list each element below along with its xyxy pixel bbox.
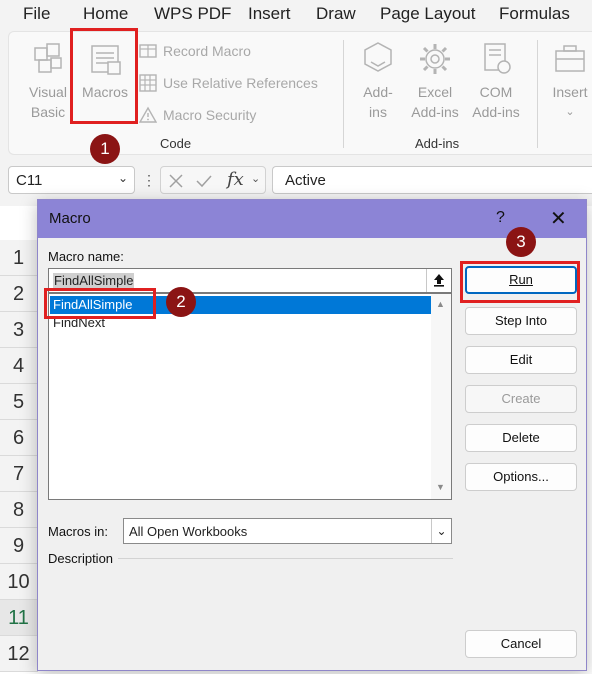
options-button[interactable]: Options... xyxy=(465,463,577,491)
code-group-label: Code xyxy=(160,136,192,151)
macros-in-select[interactable]: All Open Workbooks ⌄ xyxy=(123,518,452,544)
list-scrollbar[interactable]: ▲ ▼ xyxy=(431,294,451,499)
name-box-value: C11 xyxy=(16,172,43,189)
record-macro-label: Record Macro xyxy=(163,43,251,59)
menu-wps-pdf[interactable]: WPS PDF xyxy=(154,4,231,24)
step-into-button[interactable]: Step Into xyxy=(465,307,577,335)
macros-in-label: Macros in: xyxy=(48,524,108,539)
macros-in-value: All Open Workbooks xyxy=(129,524,248,539)
com-addins-label-2: Add-ins xyxy=(472,104,520,120)
macro-name-value: FindAllSimple xyxy=(53,273,135,288)
row-header-2[interactable]: 2 xyxy=(0,276,38,312)
help-icon[interactable]: ? xyxy=(496,209,505,227)
menu-draw[interactable]: Draw xyxy=(316,4,356,24)
create-label: Create xyxy=(501,391,541,406)
excel-addins-label-1: Excel xyxy=(417,84,453,100)
create-button[interactable]: Create xyxy=(465,385,577,413)
macro-security-button[interactable]: Macro Security xyxy=(139,106,256,124)
step-badge-3: 3 xyxy=(506,227,536,257)
scroll-up-icon[interactable]: ▲ xyxy=(436,299,445,309)
row-header-10[interactable]: 10 xyxy=(0,564,38,600)
addins-label-2: ins xyxy=(369,104,387,120)
gear-icon xyxy=(420,44,450,74)
formula-input[interactable]: Active xyxy=(272,166,592,194)
chevron-down-icon[interactable]: ⌄ xyxy=(431,519,451,543)
formula-buttons: fx ⌄ xyxy=(160,166,266,194)
scroll-down-icon[interactable]: ▼ xyxy=(436,482,445,492)
use-relative-references-button[interactable]: Use Relative References xyxy=(139,74,318,92)
record-macro-icon xyxy=(139,44,157,58)
more-options-icon[interactable]: ⋮ xyxy=(142,172,156,189)
relative-references-icon xyxy=(139,74,157,92)
row-header-7[interactable]: 7 xyxy=(0,456,38,492)
visual-basic-button[interactable]: Visual Basic xyxy=(23,40,73,122)
menu-page-layout[interactable]: Page Layout xyxy=(380,4,475,24)
addins-button[interactable]: Add- ins xyxy=(354,40,402,122)
com-addins-button[interactable]: COM Add-ins xyxy=(467,40,525,122)
cancel-x-icon[interactable] xyxy=(167,172,185,190)
record-macro-button[interactable]: Record Macro xyxy=(139,42,251,60)
macro-name-label: Macro name: xyxy=(48,249,124,264)
delete-button[interactable]: Delete xyxy=(465,424,577,452)
menu-bar: File Home WPS PDF Insert Draw Page Layou… xyxy=(0,0,592,28)
ribbon-separator-2 xyxy=(537,40,538,148)
row-header-11[interactable]: 11 xyxy=(0,600,38,636)
menu-formulas[interactable]: Formulas xyxy=(499,4,570,24)
ribbon-separator xyxy=(343,40,344,148)
row-header-9[interactable]: 9 xyxy=(0,528,38,564)
highlight-findallsimple xyxy=(44,288,156,319)
description-label: Description xyxy=(48,551,114,566)
edit-label: Edit xyxy=(509,352,533,367)
options-label: Options... xyxy=(493,469,549,484)
dialog-titlebar[interactable]: Macro ? ✕ xyxy=(38,200,586,238)
toolbox-icon xyxy=(555,45,585,72)
excel-addins-button[interactable]: Excel Add-ins xyxy=(407,40,463,122)
edit-button[interactable]: Edit xyxy=(465,346,577,374)
visual-basic-icon xyxy=(34,43,62,73)
insert-controls-button[interactable]: Insert ⌄ xyxy=(547,40,592,122)
name-box[interactable]: C11 ⌄ xyxy=(8,166,135,194)
macro-security-label: Macro Security xyxy=(163,107,257,123)
step-badge-1: 1 xyxy=(90,134,120,164)
menu-home[interactable]: Home xyxy=(83,4,128,24)
menu-file[interactable]: File xyxy=(23,4,50,24)
highlight-macros xyxy=(70,28,138,124)
com-addins-icon xyxy=(484,43,511,74)
function-fx-icon[interactable]: fx xyxy=(227,169,244,190)
insert-chevron-icon: ⌄ xyxy=(565,106,575,118)
dialog-title: Macro xyxy=(49,210,91,227)
excel-addins-label-2: Add-ins xyxy=(411,104,459,120)
addins-group-label: Add-ins xyxy=(415,136,460,151)
delete-label: Delete xyxy=(502,430,540,445)
row-header-5[interactable]: 5 xyxy=(0,384,38,420)
row-header-3[interactable]: 3 xyxy=(0,312,38,348)
visual-basic-label-2: Basic xyxy=(30,104,66,120)
highlight-run xyxy=(460,261,580,303)
row-header-12[interactable]: 12 xyxy=(0,636,38,672)
menu-insert[interactable]: Insert xyxy=(248,4,291,24)
step-badge-2: 2 xyxy=(166,287,196,317)
macro-list[interactable]: FindAllSimple FindNext ▲ ▼ xyxy=(48,293,452,500)
formula-value: Active xyxy=(285,172,326,189)
cancel-button[interactable]: Cancel xyxy=(465,630,577,658)
close-icon[interactable]: ✕ xyxy=(550,206,567,231)
visual-basic-label-1: Visual xyxy=(29,84,67,100)
insert-label: Insert xyxy=(552,84,588,100)
description-divider xyxy=(118,558,453,559)
step-into-label: Step Into xyxy=(494,313,548,328)
hexagon-icon xyxy=(364,42,392,72)
chevron-down-icon[interactable]: ⌄ xyxy=(118,171,128,185)
row-header-8[interactable]: 8 xyxy=(0,492,38,528)
addins-label-1: Add- xyxy=(363,84,393,100)
com-addins-label-1: COM xyxy=(479,84,513,100)
fx-chevron-icon[interactable]: ⌄ xyxy=(251,172,260,185)
cancel-label: Cancel xyxy=(500,636,542,651)
warning-icon xyxy=(139,106,157,123)
checkmark-icon[interactable] xyxy=(195,172,213,190)
row-header-1[interactable]: 1 xyxy=(0,240,38,276)
row-header-4[interactable]: 4 xyxy=(0,348,38,384)
upload-arrow-icon[interactable] xyxy=(426,269,451,292)
use-relative-references-label: Use Relative References xyxy=(163,75,318,91)
row-header-6[interactable]: 6 xyxy=(0,420,38,456)
